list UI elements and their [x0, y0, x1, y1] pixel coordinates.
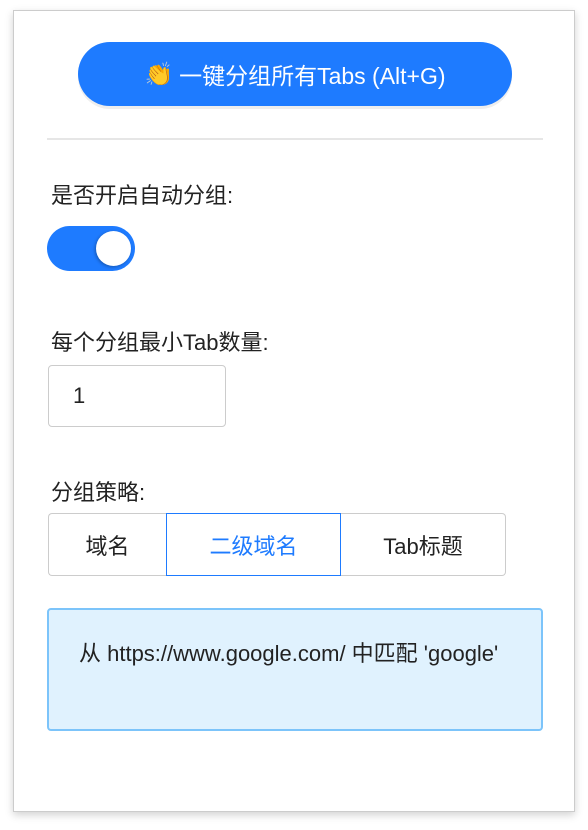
group-all-tabs-button[interactable]: 👏 一键分组所有Tabs (Alt+G) [78, 42, 512, 106]
strategy-segmented-control: 域名 二级域名 Tab标题 [48, 513, 506, 576]
strategy-label: 分组策略: [51, 480, 146, 505]
group-all-tabs-label: 一键分组所有Tabs (Alt+G) [179, 63, 446, 89]
min-tabs-label: 每个分组最小Tab数量: [51, 330, 269, 355]
auto-group-label: 是否开启自动分组: [51, 183, 234, 208]
popup-panel: 👏 一键分组所有Tabs (Alt+G) 是否开启自动分组: 每个分组最小Tab… [13, 10, 575, 812]
toggle-knob [96, 231, 131, 266]
strategy-option-domain[interactable]: 域名 [48, 513, 166, 576]
info-alert: 从 https://www.google.com/ 中匹配 'google' [47, 608, 543, 731]
strategy-option-second-level-domain[interactable]: 二级域名 [166, 513, 341, 576]
strategy-option-tab-title[interactable]: Tab标题 [341, 513, 506, 576]
clapping-hands-icon: 👏 [144, 60, 174, 87]
divider [47, 138, 543, 140]
info-text: 从 https://www.google.com/ 中匹配 'google' [79, 641, 499, 666]
min-tabs-input[interactable] [48, 365, 226, 427]
auto-group-toggle[interactable] [47, 226, 135, 271]
